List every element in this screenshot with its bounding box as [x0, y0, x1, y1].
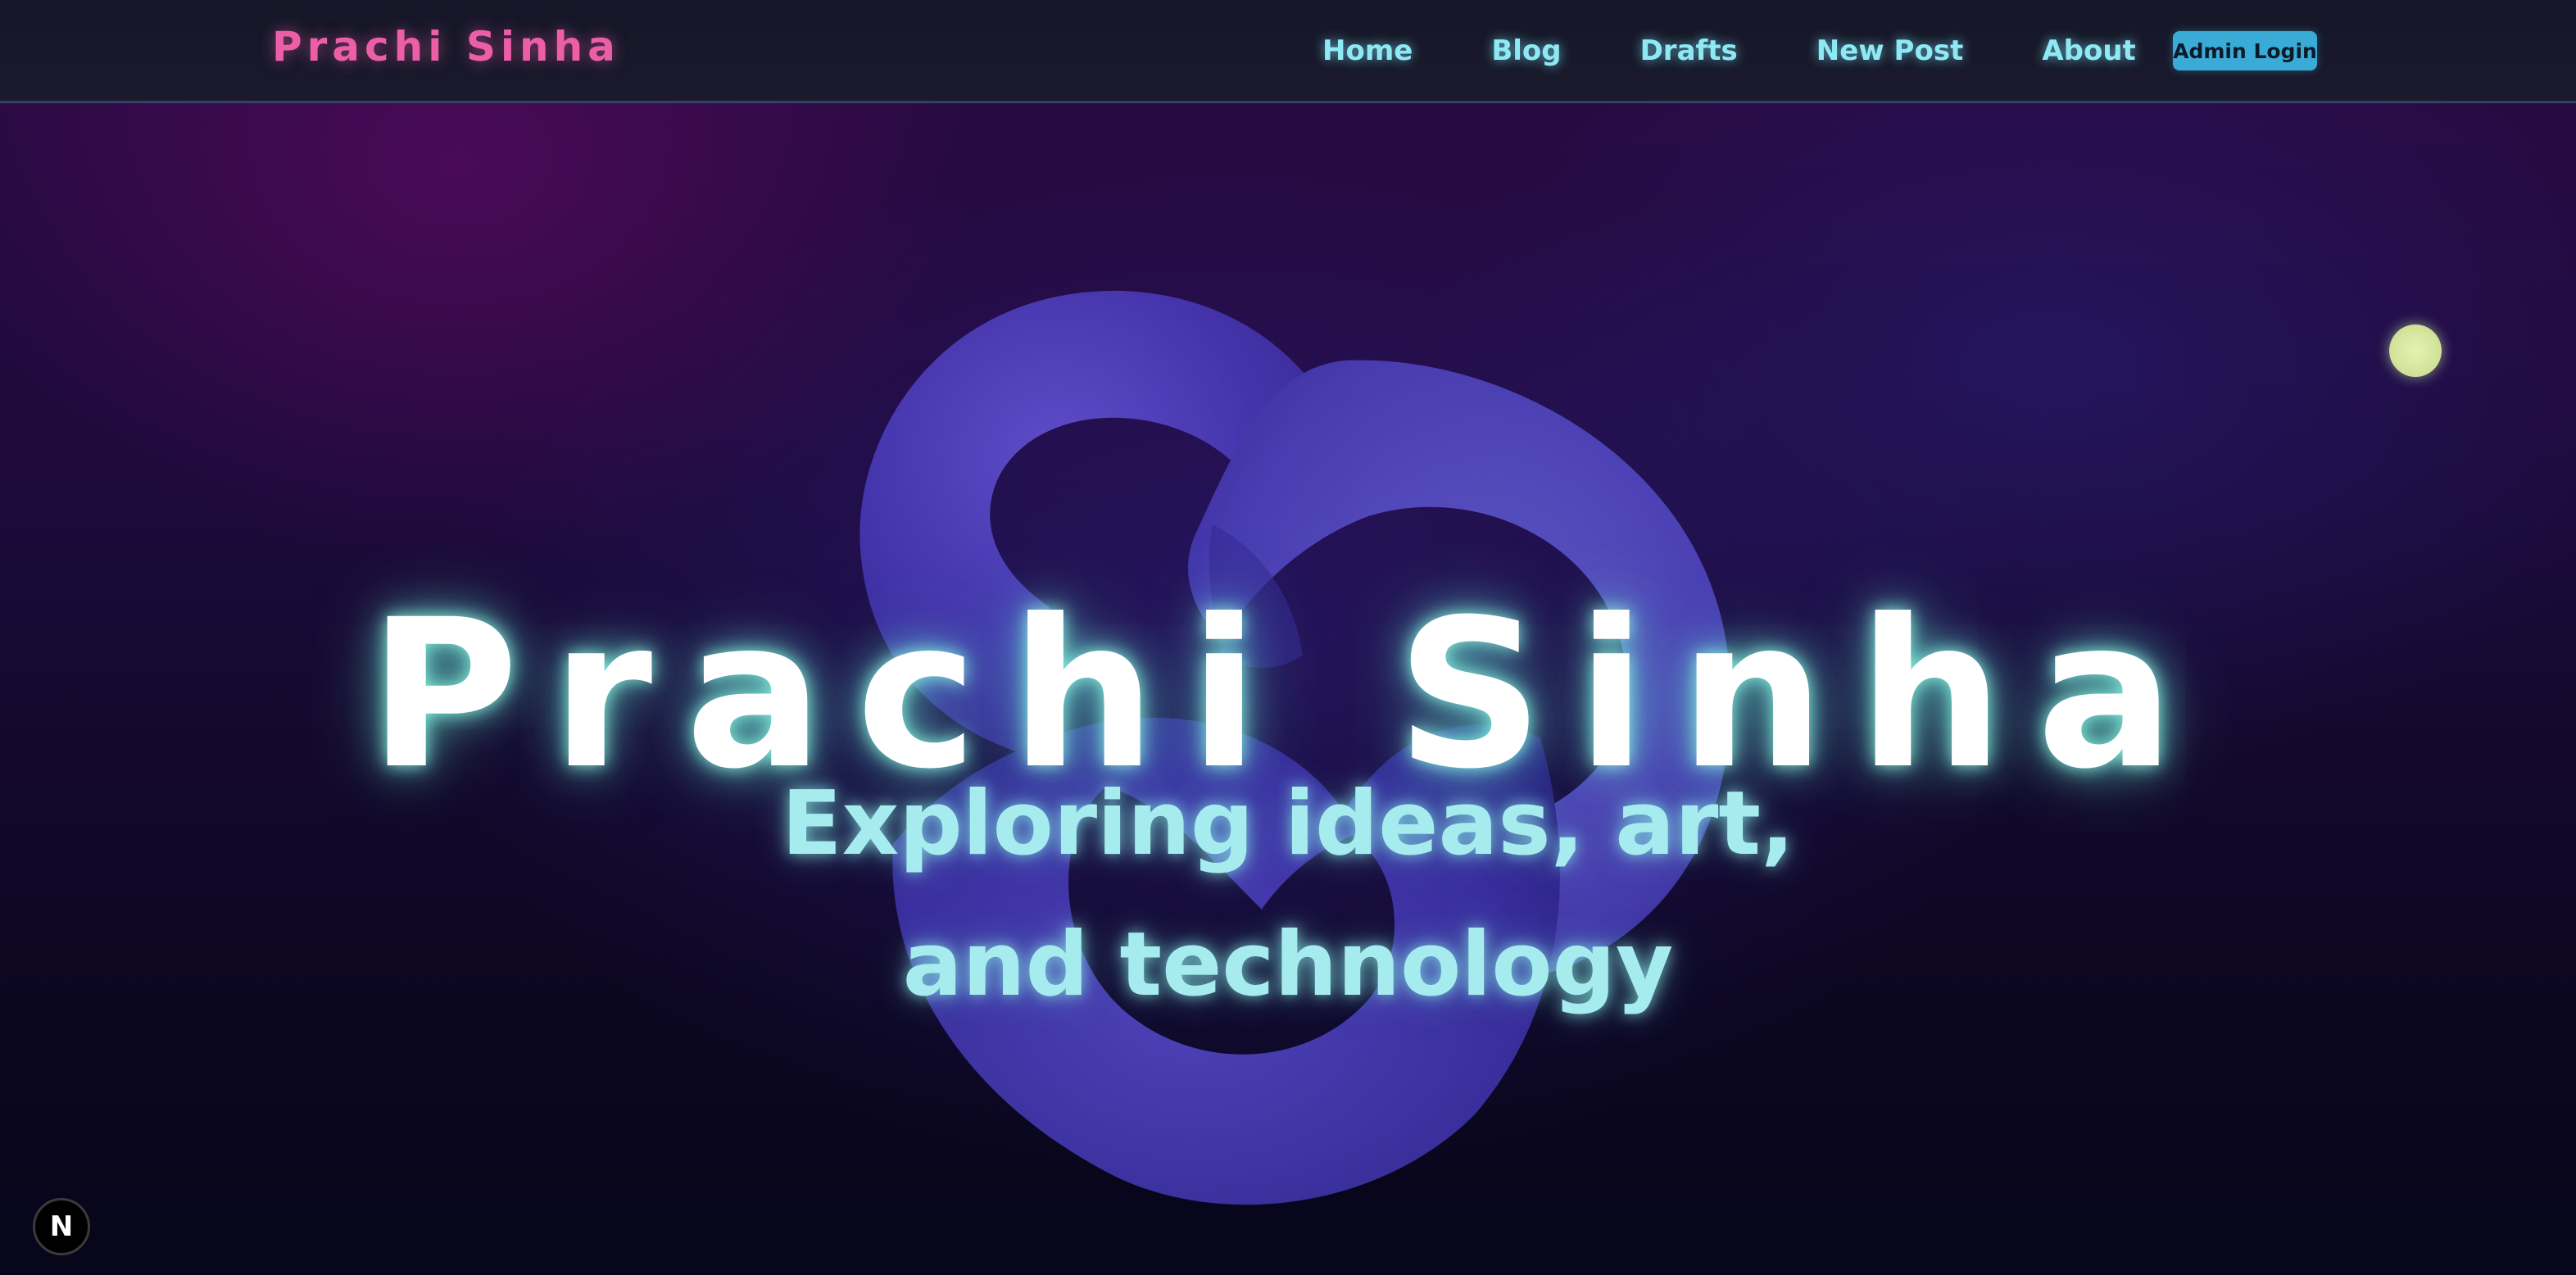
- nav-about-link[interactable]: About: [2042, 34, 2135, 67]
- glowing-orb: [2389, 324, 2442, 377]
- top-navbar: Prachi Sinha Home Blog Drafts New Post A…: [0, 0, 2576, 103]
- admin-login-button[interactable]: Admin Login: [2173, 31, 2317, 70]
- nav-blog-link[interactable]: Blog: [1491, 34, 1561, 67]
- nav-new-post-link[interactable]: New Post: [1816, 34, 1964, 67]
- nextjs-icon[interactable]: N: [33, 1198, 90, 1255]
- nav-home-link[interactable]: Home: [1322, 34, 1413, 67]
- hero-subtitle: Exploring ideas, art, and technology: [781, 773, 1795, 1016]
- nav-drafts-link[interactable]: Drafts: [1640, 34, 1738, 67]
- brand-logo-link[interactable]: Prachi Sinha: [272, 23, 620, 70]
- main-nav: Home Blog Drafts New Post About: [1322, 31, 2136, 70]
